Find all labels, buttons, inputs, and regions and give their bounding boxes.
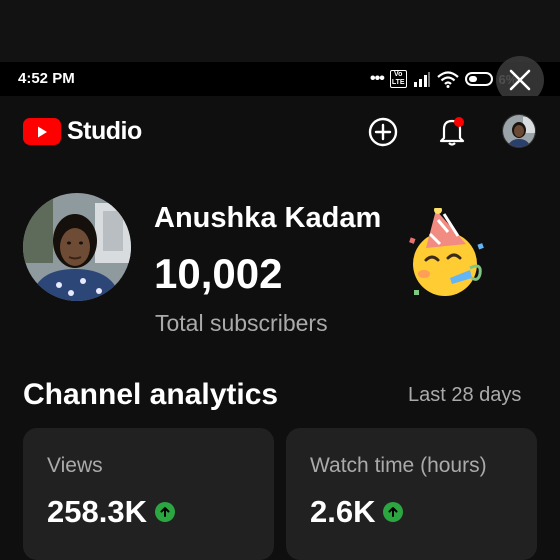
channel-name: Anushka Kadam (154, 202, 382, 234)
create-button[interactable] (367, 116, 399, 148)
channel-avatar[interactable] (23, 193, 131, 301)
cellular-signal-icon (413, 72, 430, 87)
profile-photo-large (23, 193, 131, 301)
logo-text: Studio (67, 117, 142, 145)
views-label: Views (47, 454, 103, 477)
wifi-icon (436, 70, 459, 88)
add-icon (368, 117, 398, 147)
close-icon (509, 69, 531, 91)
overlay-top-area (0, 0, 560, 62)
youtube-play-icon (23, 118, 61, 145)
partying-face-emoji (409, 208, 484, 296)
views-value: 258.3K (47, 494, 147, 529)
battery-icon (464, 72, 493, 86)
watch-time-label: Watch time (hours) (310, 454, 487, 477)
subscriber-count: 10,002 (154, 250, 283, 297)
date-range-label[interactable]: Last 28 days (408, 384, 521, 407)
volte-badge: Vo LTE (389, 70, 407, 88)
studio-logo[interactable]: Studio (23, 117, 142, 146)
views-card[interactable]: Views 258.3K (23, 428, 274, 560)
watch-time-card[interactable]: Watch time (hours) 2.6K (286, 428, 537, 560)
notifications-button[interactable] (436, 114, 468, 148)
arrow-up-icon (154, 502, 175, 522)
subscriber-label: Total subscribers (155, 310, 328, 336)
analytics-title: Channel analytics (23, 378, 279, 411)
arrow-up-icon (383, 502, 404, 522)
watch-time-value: 2.6K (310, 494, 376, 529)
watch-time-value-row: 2.6K (310, 494, 404, 530)
account-avatar[interactable] (502, 114, 536, 148)
signal-dots: ••• (370, 70, 385, 87)
views-value-row: 258.3K (47, 494, 175, 530)
status-time: 4:52 PM (18, 70, 75, 87)
notification-bell-icon (439, 117, 465, 146)
